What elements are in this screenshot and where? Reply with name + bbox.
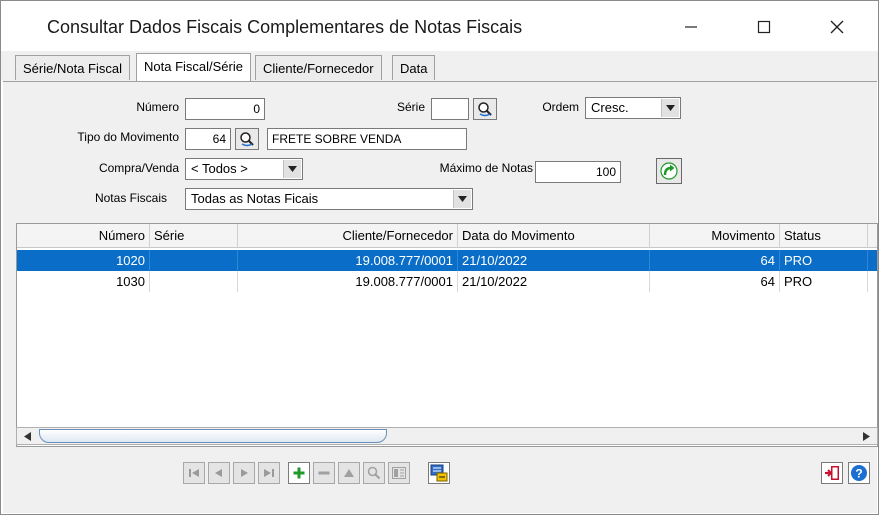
chevron-down-icon — [453, 190, 471, 208]
column-header-cliente-fornecedor[interactable]: Cliente/Fornecedor — [238, 224, 458, 248]
last-record-icon — [264, 469, 274, 477]
tipo-movimento-description: FRETE SOBRE VENDA — [267, 128, 467, 150]
table-row[interactable]: 1030 19.008.777/0001 21/10/2022 64 PRO — [17, 271, 877, 292]
grid-header: Número Série Cliente/Fornecedor Data do … — [17, 224, 877, 248]
compra-venda-select-value: < Todos > — [191, 161, 248, 176]
column-header-serie[interactable]: Série — [150, 224, 238, 248]
edit-record-button[interactable] — [338, 462, 360, 484]
tab-data[interactable]: Data — [392, 55, 436, 80]
ordem-select-value: Cresc. — [591, 100, 629, 115]
scrollbar-thumb[interactable] — [39, 429, 387, 443]
cell-cliente-fornecedor: 19.008.777/0001 — [238, 271, 458, 292]
add-record-button[interactable] — [288, 462, 310, 484]
tipo-movimento-search-button[interactable] — [235, 128, 259, 150]
tab-nota-fiscal-serie[interactable]: Nota Fiscal/Série — [136, 53, 251, 81]
ordem-select[interactable]: Cresc. — [585, 97, 681, 119]
exit-button[interactable] — [821, 462, 843, 484]
column-header-movimento[interactable]: Movimento — [650, 224, 780, 248]
export-data-icon — [430, 464, 448, 482]
tab-strip: Série/Nota Fiscal Nota Fiscal/Série Clie… — [1, 51, 878, 81]
cell-data-movimento: 21/10/2022 — [458, 250, 650, 271]
help-button[interactable]: ? — [848, 462, 870, 484]
table-row[interactable]: 1020 19.008.777/0001 21/10/2022 64 PRO — [17, 250, 877, 271]
serie-input[interactable] — [431, 98, 469, 120]
last-record-button[interactable] — [258, 462, 280, 484]
plus-icon — [293, 467, 305, 479]
triangle-up-icon — [344, 469, 354, 477]
filter-panel: Número 0 Série Ordem Cresc. Tipo do Movi… — [3, 81, 878, 513]
cell-numero: 1020 — [17, 250, 150, 271]
window-title: Consultar Dados Fiscais Complementares d… — [47, 17, 523, 37]
close-icon — [830, 20, 844, 34]
compra-venda-select[interactable]: < Todos > — [185, 158, 303, 180]
tipo-movimento-label: Tipo do Movimento — [77, 130, 179, 144]
previous-record-button[interactable] — [208, 462, 230, 484]
ordem-label: Ordem — [542, 100, 579, 114]
search-icon — [478, 102, 492, 117]
refresh-button[interactable] — [656, 158, 682, 184]
maximize-icon — [757, 20, 771, 34]
minimize-button[interactable] — [668, 11, 714, 43]
form-view-button[interactable] — [388, 462, 410, 484]
serie-search-button[interactable] — [473, 98, 497, 120]
scroll-left-icon[interactable] — [18, 429, 36, 443]
notas-fiscais-select-value: Todas as Notas Ficais — [191, 191, 319, 206]
numero-label: Número — [136, 100, 179, 114]
cell-serie — [150, 271, 238, 292]
exit-door-icon — [825, 466, 839, 480]
search-icon — [240, 132, 254, 147]
tab-serie-nota-fiscal[interactable]: Série/Nota Fiscal — [15, 55, 130, 80]
tipo-movimento-input[interactable]: 64 — [185, 128, 231, 150]
cell-movimento: 64 — [650, 271, 780, 292]
first-record-button[interactable] — [183, 462, 205, 484]
next-record-icon — [241, 469, 248, 477]
first-record-icon — [189, 469, 199, 477]
scroll-right-icon[interactable] — [857, 429, 875, 443]
refresh-arrow-icon — [660, 162, 678, 180]
maximize-button[interactable] — [741, 11, 787, 43]
next-record-button[interactable] — [233, 462, 255, 484]
column-header-status[interactable]: Status — [780, 224, 868, 248]
cell-status: PRO — [780, 250, 868, 271]
notas-fiscais-select[interactable]: Todas as Notas Ficais — [185, 188, 473, 210]
notas-fiscais-label: Notas Fiscais — [94, 191, 167, 205]
svg-text:?: ? — [855, 467, 862, 481]
form-view-icon — [392, 467, 406, 479]
close-button[interactable] — [814, 11, 860, 43]
notes-grid[interactable]: Número Série Cliente/Fornecedor Data do … — [16, 223, 878, 447]
search-record-button[interactable] — [363, 462, 385, 484]
column-header-data-movimento[interactable]: Data do Movimento — [458, 224, 650, 248]
window: Consultar Dados Fiscais Complementares d… — [0, 0, 879, 515]
magnifier-icon — [367, 466, 381, 480]
cell-data-movimento: 21/10/2022 — [458, 271, 650, 292]
minimize-icon — [685, 26, 697, 28]
chevron-down-icon — [283, 160, 301, 178]
delete-record-button[interactable] — [313, 462, 335, 484]
column-header-numero[interactable]: Número — [17, 224, 150, 248]
chevron-down-icon — [661, 99, 679, 117]
cell-cliente-fornecedor: 19.008.777/0001 — [238, 250, 458, 271]
serie-label: Série — [396, 100, 425, 114]
cell-serie — [150, 250, 238, 271]
compra-venda-label: Compra/Venda — [98, 161, 179, 175]
help-icon: ? — [851, 465, 867, 481]
title-bar: Consultar Dados Fiscais Complementares d… — [1, 1, 878, 51]
cell-numero: 1030 — [17, 271, 150, 292]
cell-status: PRO — [780, 271, 868, 292]
maximo-notas-input[interactable]: 100 — [535, 161, 621, 183]
horizontal-scrollbar[interactable] — [16, 427, 878, 445]
minus-icon — [318, 471, 330, 475]
tab-cliente-fornecedor[interactable]: Cliente/Fornecedor — [255, 55, 382, 80]
numero-input[interactable]: 0 — [185, 98, 265, 120]
export-data-button[interactable] — [428, 462, 450, 484]
cell-movimento: 64 — [650, 250, 780, 271]
maximo-notas-label: Máximo de Notas — [439, 161, 533, 175]
previous-record-icon — [215, 469, 222, 477]
